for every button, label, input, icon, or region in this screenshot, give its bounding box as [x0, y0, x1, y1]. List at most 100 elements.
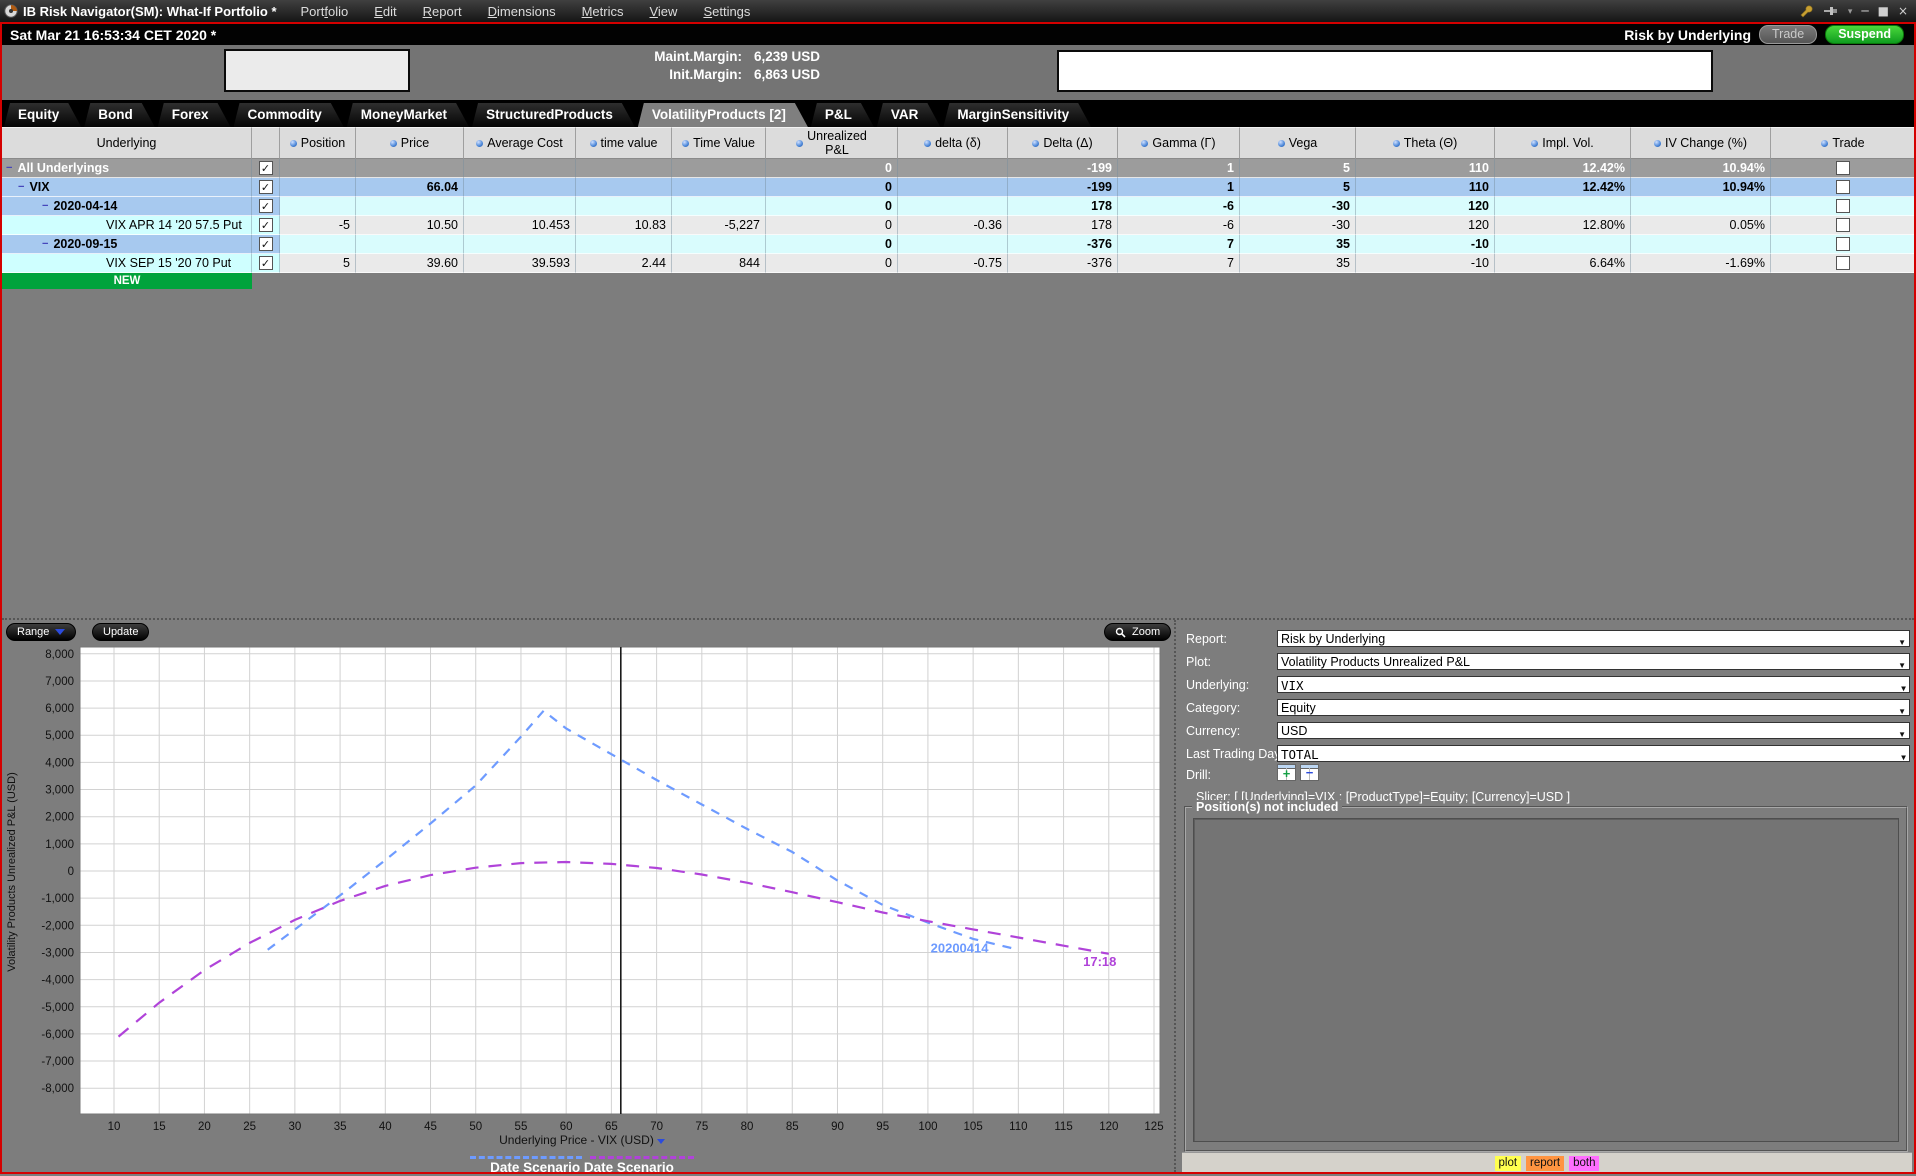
row-include-checkbox[interactable]: ✓	[252, 197, 280, 216]
collapse-minus-icon[interactable]: −	[18, 182, 24, 192]
trade-checkbox[interactable]	[1836, 199, 1850, 213]
menu-view[interactable]: View	[649, 4, 677, 19]
menu-metrics[interactable]: Metrics	[582, 4, 624, 19]
tab-volatilityproducts-2-[interactable]: VolatilityProducts [2]	[638, 103, 808, 127]
column-header-time-value[interactable]: time value	[576, 127, 672, 159]
dropdown-report-[interactable]: Risk by Underlying▼	[1277, 630, 1910, 647]
tab-structuredproducts[interactable]: StructuredProducts	[472, 103, 635, 127]
row-label[interactable]: −VIX	[2, 178, 252, 197]
dropdown-plot-[interactable]: Volatility Products Unrealized P&L▼	[1277, 653, 1910, 670]
column-header-theta-[interactable]: Theta (Θ)	[1356, 127, 1495, 159]
view-button-plot[interactable]: plot	[1495, 1156, 1522, 1171]
row-label[interactable]: −All Underlyings	[2, 159, 252, 178]
trade-button[interactable]: Trade	[1759, 25, 1817, 44]
trade-checkbox[interactable]	[1836, 256, 1850, 270]
table-cell: 7	[1118, 235, 1240, 254]
wrench-icon[interactable]	[1799, 4, 1814, 18]
collapse-minus-icon[interactable]: −	[42, 201, 48, 211]
svg-text:45: 45	[424, 1121, 437, 1133]
close-button[interactable]: ×	[1898, 5, 1908, 17]
menu-settings[interactable]: Settings	[703, 4, 750, 19]
menu-report[interactable]: Report	[423, 4, 462, 19]
trade-cell[interactable]	[1771, 159, 1916, 178]
row-label[interactable]: −2020-04-14	[2, 197, 252, 216]
menu-portfolio[interactable]: Portfolio	[301, 4, 349, 19]
column-header-impl-vol-[interactable]: Impl. Vol.	[1495, 127, 1631, 159]
dropdown-currency-[interactable]: USD▼	[1277, 722, 1910, 739]
row-include-checkbox[interactable]: ✓	[252, 178, 280, 197]
tab-equity[interactable]: Equity	[4, 103, 81, 127]
row-include-checkbox[interactable]: ✓	[252, 235, 280, 254]
trade-cell[interactable]	[1771, 197, 1916, 216]
row-label[interactable]: VIX SEP 15 '20 70 Put	[2, 254, 252, 273]
column-header-iv-change-[interactable]: IV Change (%)	[1631, 127, 1771, 159]
collapse-minus-icon[interactable]: −	[42, 239, 48, 249]
checkbox-icon[interactable]: ✓	[259, 161, 273, 175]
tab-marginsensitivity[interactable]: MarginSensitivity	[943, 103, 1091, 127]
row-label[interactable]: VIX APR 14 '20 57.5 Put	[2, 216, 252, 235]
trade-checkbox[interactable]	[1836, 218, 1850, 232]
trade-cell[interactable]	[1771, 216, 1916, 235]
view-button-report[interactable]: report	[1526, 1156, 1564, 1171]
chart-x-axis-label[interactable]: Underlying Price - VIX (USD)	[2, 1133, 1162, 1147]
menu-edit[interactable]: Edit	[374, 4, 396, 19]
dropdown-last-trading-day-[interactable]: TOTAL▼	[1277, 745, 1910, 762]
table-cell	[898, 197, 1008, 216]
checkbox-icon[interactable]: ✓	[259, 256, 273, 270]
table-cell: 178	[1008, 197, 1118, 216]
drill-expand-icon[interactable]: +	[1277, 764, 1296, 781]
pin-icon[interactable]	[1823, 5, 1839, 17]
row-label[interactable]: NEW	[2, 273, 252, 289]
column-header-delta-[interactable]: Delta (Δ)	[1008, 127, 1118, 159]
tab-p-l[interactable]: P&L	[811, 103, 874, 127]
dropdown-category-[interactable]: Equity▼	[1277, 699, 1910, 716]
tab-forex[interactable]: Forex	[158, 103, 231, 127]
column-header-time-value[interactable]: Time Value	[672, 127, 766, 159]
column-header-average-cost[interactable]: Average Cost	[464, 127, 576, 159]
minimize-button[interactable]: ─	[1861, 5, 1868, 17]
column-header-price[interactable]: Price	[356, 127, 464, 159]
column-header-unrealized-p-l[interactable]: Unrealized P&L	[766, 127, 898, 159]
row-include-checkbox[interactable]: ✓	[252, 254, 280, 273]
field-label-underlying-: Underlying:	[1186, 678, 1249, 692]
checkbox-icon[interactable]: ✓	[259, 237, 273, 251]
collapse-minus-icon[interactable]: −	[6, 163, 12, 173]
trade-cell[interactable]	[1771, 235, 1916, 254]
table-cell: -376	[1008, 254, 1118, 273]
column-header-delta-[interactable]: delta (δ)	[898, 127, 1008, 159]
tab-commodity[interactable]: Commodity	[234, 103, 344, 127]
menu-dimensions[interactable]: Dimensions	[488, 4, 556, 19]
chevron-down-icon[interactable]: ▾	[1848, 6, 1853, 17]
table-cell	[766, 273, 898, 289]
row-include-checkbox[interactable]	[252, 273, 280, 289]
tab-var[interactable]: VAR	[877, 103, 941, 127]
column-header-gamma-[interactable]: Gamma (Γ)	[1118, 127, 1240, 159]
table-cell: 5	[1240, 178, 1356, 197]
table-cell: -5,227	[672, 216, 766, 235]
column-header-vega[interactable]: Vega	[1240, 127, 1356, 159]
trade-cell[interactable]	[1771, 178, 1916, 197]
tab-bond[interactable]: Bond	[84, 103, 155, 127]
dropdown-underlying-[interactable]: VIX▼	[1277, 676, 1910, 693]
checkbox-icon[interactable]: ✓	[259, 199, 273, 213]
row-include-checkbox[interactable]: ✓	[252, 159, 280, 178]
maximize-button[interactable]: ■	[1878, 5, 1889, 17]
row-include-checkbox[interactable]: ✓	[252, 216, 280, 235]
row-label[interactable]: −2020-09-15	[2, 235, 252, 254]
drill-collapse-icon[interactable]: −	[1300, 764, 1319, 781]
column-header-underlying[interactable]: Underlying	[2, 127, 252, 159]
table-cell	[898, 159, 1008, 178]
trade-checkbox[interactable]	[1836, 161, 1850, 175]
trade-cell[interactable]	[1771, 254, 1916, 273]
checkbox-icon[interactable]: ✓	[259, 180, 273, 194]
trade-checkbox[interactable]	[1836, 237, 1850, 251]
trade-checkbox[interactable]	[1836, 180, 1850, 194]
column-header-position[interactable]: Position	[280, 127, 356, 159]
suspend-button[interactable]: Suspend	[1825, 25, 1904, 44]
tab-moneymarket[interactable]: MoneyMarket	[347, 103, 469, 127]
view-button-both[interactable]: both	[1569, 1156, 1599, 1171]
column-header-checkbox[interactable]	[252, 127, 280, 159]
checkbox-icon[interactable]: ✓	[259, 218, 273, 232]
trade-cell[interactable]	[1771, 273, 1916, 289]
column-header-trade[interactable]: Trade	[1771, 127, 1916, 159]
